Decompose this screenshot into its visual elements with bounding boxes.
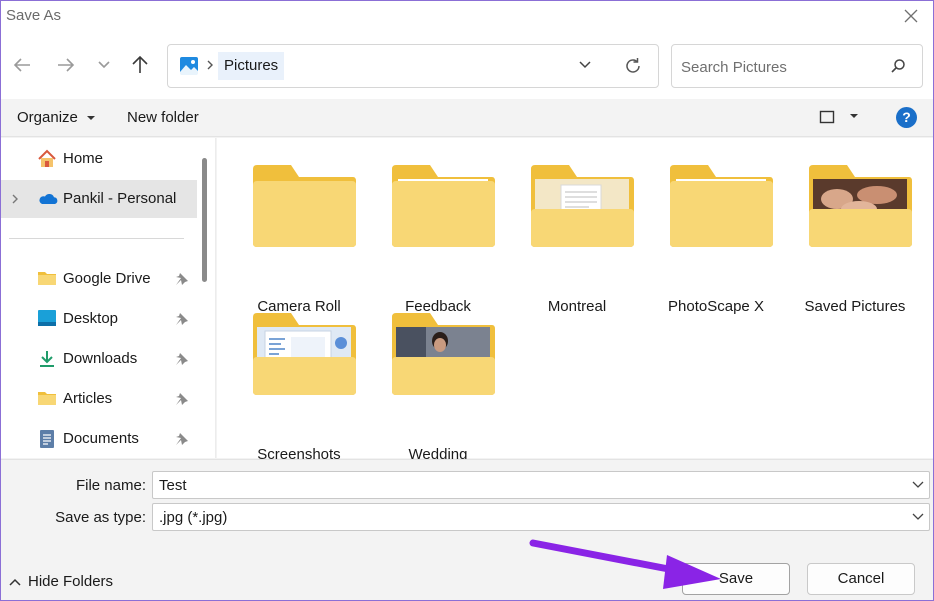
chevron-down-icon	[98, 61, 110, 69]
folder-montreal[interactable]: Montreal	[512, 165, 642, 315]
folder-name: Saved Pictures	[804, 298, 906, 315]
file-name-label: File name:	[75, 477, 146, 494]
file-list: Camera Roll Feedback Montreal PhotoScape…	[217, 138, 933, 463]
download-arrow-icon	[40, 351, 54, 367]
pin-icon[interactable]	[175, 272, 189, 286]
sidebar-item-home[interactable]: Home	[1, 140, 197, 178]
arrow-right-icon	[58, 58, 75, 72]
arrow-left-icon	[13, 58, 30, 72]
folder-wedding[interactable]: Wedding	[373, 313, 503, 463]
folder-name: Montreal	[547, 298, 607, 315]
sidebar-item-label: Desktop	[63, 310, 119, 327]
folder-icon	[38, 272, 56, 285]
chevron-down-icon[interactable]	[912, 481, 924, 489]
desktop-icon	[38, 310, 56, 326]
save-type-select[interactable]: .jpg (*.jpg)	[152, 503, 930, 531]
sidebar-item-google-drive[interactable]: Google Drive	[1, 260, 197, 298]
close-button[interactable]	[889, 1, 933, 31]
folder-icon	[531, 165, 634, 247]
save-as-dialog: Save As Pictures Search Pictures Organiz…	[0, 0, 934, 601]
sidebar-item-label: Home	[63, 150, 104, 167]
hide-folders-label: Hide Folders	[28, 573, 114, 590]
up-button[interactable]	[126, 51, 154, 79]
navigation-pane: Home Pankil - Personal Google Drive Desk…	[1, 138, 216, 458]
organize-label: Organize	[17, 109, 78, 126]
address-bar[interactable]: Pictures	[167, 44, 659, 88]
caret-down-icon	[87, 116, 96, 121]
pin-icon[interactable]	[175, 392, 189, 406]
pictures-icon	[180, 57, 198, 75]
file-name-input[interactable]	[159, 476, 899, 495]
sidebar-item-pankil-personal[interactable]: Pankil - Personal	[1, 180, 197, 218]
folder-icon	[253, 313, 356, 395]
folder-icon	[38, 392, 56, 405]
close-icon	[904, 9, 918, 23]
breadcrumb-pictures[interactable]: Pictures	[218, 52, 285, 80]
document-icon	[40, 430, 54, 448]
sidebar-separator	[9, 238, 184, 239]
address-dropdown-icon[interactable]	[577, 57, 593, 73]
folder-photoscape-x[interactable]: PhotoScape X	[651, 165, 781, 315]
refresh-icon[interactable]	[623, 56, 643, 76]
onedrive-cloud-icon	[39, 193, 58, 204]
search-input[interactable]	[681, 56, 881, 78]
save-type-value: .jpg (*.jpg)	[159, 509, 228, 526]
help-button[interactable]: ?	[896, 107, 917, 128]
sidebar-item-articles[interactable]: Articles	[1, 380, 197, 418]
sidebar-item-desktop[interactable]: Desktop	[1, 300, 197, 338]
pin-icon[interactable]	[175, 352, 189, 366]
folder-icon	[392, 165, 495, 247]
folder-icon	[809, 165, 912, 247]
folder-screenshots[interactable]: Screenshots	[234, 313, 364, 463]
view-dropdown-icon[interactable]	[849, 112, 859, 120]
save-type-label: Save as type:	[55, 509, 146, 526]
folder-icon	[392, 313, 495, 395]
sidebar-item-label: Articles	[63, 390, 113, 407]
view-layout-icon[interactable]	[819, 109, 835, 125]
sidebar-item-label: Downloads	[63, 350, 138, 367]
search-box[interactable]	[671, 44, 923, 88]
sidebar-item-label: Documents	[63, 430, 139, 447]
pin-icon[interactable]	[175, 312, 189, 326]
hide-folders-button[interactable]: Hide Folders	[9, 573, 113, 590]
cancel-button[interactable]: Cancel	[807, 563, 915, 595]
sidebar-scrollbar[interactable]	[202, 158, 207, 282]
back-button[interactable]	[8, 51, 36, 79]
title-bar: Save As	[1, 1, 933, 31]
pin-icon[interactable]	[175, 432, 189, 446]
sidebar-item-label: Pankil - Personal	[63, 190, 177, 207]
save-form: File name: Save as type: .jpg (*.jpg)	[1, 459, 933, 539]
chevron-up-icon	[9, 578, 21, 586]
forward-button[interactable]	[52, 51, 80, 79]
arrow-up-icon	[132, 55, 148, 73]
folder-name: PhotoScape X	[668, 298, 764, 315]
chevron-right-icon[interactable]	[11, 193, 19, 205]
dialog-footer: Hide Folders Save Cancel	[1, 539, 933, 600]
folder-icon	[253, 165, 356, 247]
organize-menu[interactable]: Organize	[17, 109, 96, 126]
sidebar-item-documents[interactable]: Documents	[1, 420, 197, 458]
save-button[interactable]: Save	[682, 563, 790, 595]
pane-divider[interactable]	[215, 138, 216, 458]
sidebar-item-label: Google Drive	[63, 270, 151, 287]
folder-camera-roll[interactable]: Camera Roll	[234, 165, 364, 315]
home-icon	[38, 149, 56, 167]
new-folder-button[interactable]: New folder	[127, 109, 199, 126]
folder-feedback[interactable]: Feedback	[373, 165, 503, 315]
chevron-down-icon[interactable]	[912, 513, 924, 521]
folder-saved-pictures[interactable]: Saved Pictures	[790, 165, 920, 315]
window-title: Save As	[6, 7, 62, 24]
recent-locations-button[interactable]	[90, 51, 118, 79]
sidebar-item-downloads[interactable]: Downloads	[1, 340, 197, 378]
file-name-combobox[interactable]	[152, 471, 930, 499]
command-bar: Organize New folder ?	[1, 99, 933, 137]
search-icon[interactable]	[890, 58, 906, 74]
folder-icon	[670, 165, 773, 247]
address-row: Pictures	[1, 31, 933, 99]
chevron-right-icon	[207, 60, 213, 70]
